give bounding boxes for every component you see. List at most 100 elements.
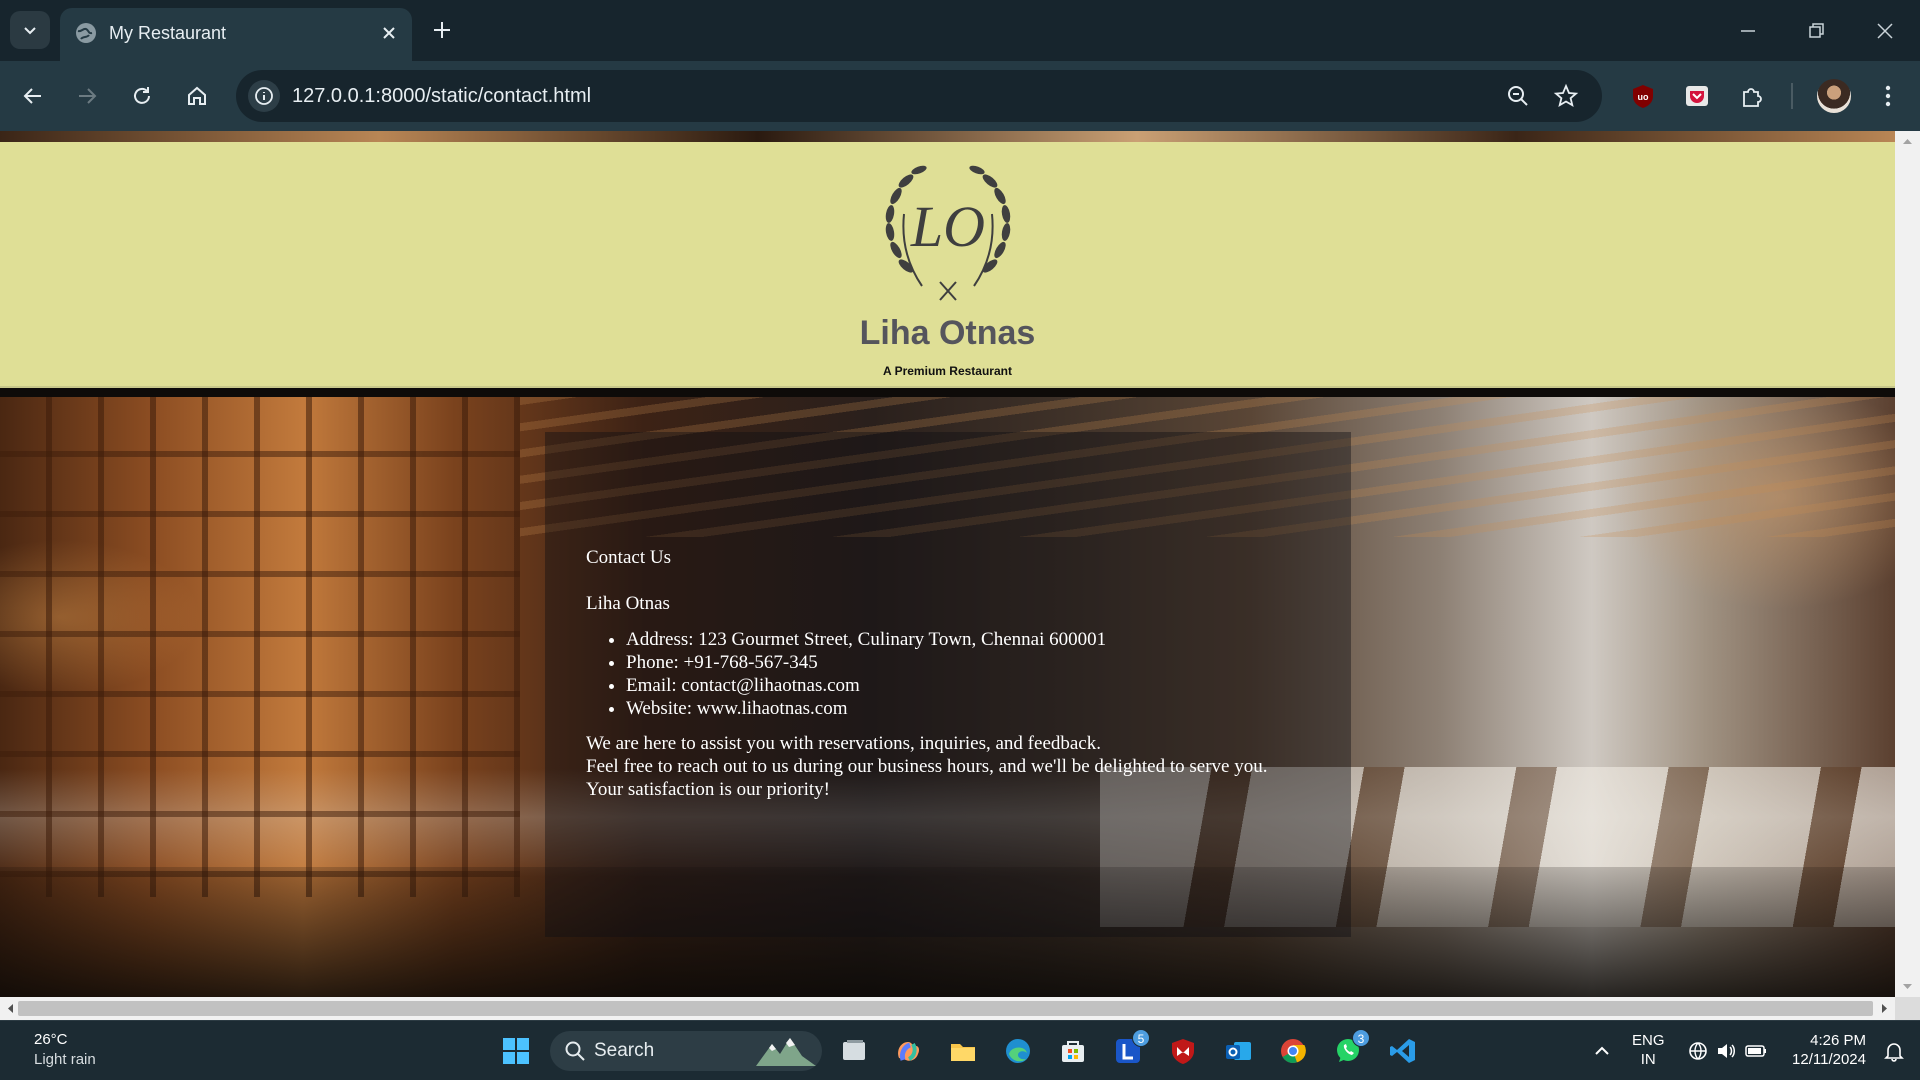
task-view-icon bbox=[843, 1040, 865, 1060]
browser-tab-bar: My Restaurant bbox=[0, 0, 1920, 61]
tab-search-button[interactable] bbox=[10, 11, 50, 49]
contact-website: Website: www.lihaotnas.com bbox=[626, 697, 1326, 720]
taskbar-search[interactable]: Search bbox=[550, 1031, 822, 1071]
minimize-icon[interactable] bbox=[1733, 16, 1763, 46]
copilot-button[interactable] bbox=[888, 1031, 928, 1071]
decorative-strip bbox=[0, 131, 1895, 142]
scroll-down-icon[interactable] bbox=[1895, 977, 1920, 997]
chevron-down-icon bbox=[24, 27, 36, 35]
store-bag-icon bbox=[1062, 1041, 1084, 1062]
bookmark-star-icon[interactable] bbox=[1552, 82, 1580, 110]
notifications-button[interactable] bbox=[1874, 1031, 1914, 1071]
vscode-button[interactable] bbox=[1383, 1031, 1423, 1071]
folder-icon bbox=[951, 1044, 975, 1061]
mountain-highlight-icon bbox=[756, 1038, 816, 1066]
copilot-icon bbox=[898, 1042, 920, 1061]
l-app-button[interactable]: 5 bbox=[1108, 1029, 1150, 1071]
zoom-icon[interactable] bbox=[1504, 82, 1532, 110]
vertical-scrollbar[interactable] bbox=[1895, 131, 1920, 997]
close-icon[interactable] bbox=[378, 22, 400, 44]
bell-icon bbox=[1884, 1043, 1904, 1062]
logo-monogram: LO bbox=[910, 194, 985, 259]
kebab-menu-icon bbox=[1885, 85, 1891, 107]
scrollbar-corner bbox=[1895, 997, 1920, 1020]
file-explorer-button[interactable] bbox=[943, 1031, 983, 1071]
notification-badge: 5 bbox=[1132, 1029, 1150, 1047]
hero-shelves-decor bbox=[0, 397, 520, 897]
pocket-icon bbox=[1686, 86, 1708, 106]
language-code: ENG bbox=[1632, 1032, 1665, 1049]
edge-icon bbox=[1006, 1039, 1030, 1063]
chrome-button[interactable] bbox=[1273, 1031, 1313, 1071]
clock-time: 4:26 PM bbox=[1810, 1032, 1866, 1049]
contact-heading: Contact Us bbox=[586, 547, 671, 568]
region-code: IN bbox=[1640, 1051, 1656, 1068]
system-clock[interactable]: 4:26 PM 12/11/2024 bbox=[1780, 1031, 1866, 1069]
chrome-icon bbox=[1281, 1039, 1306, 1063]
whatsapp-button[interactable]: 3 bbox=[1328, 1029, 1370, 1071]
back-button[interactable] bbox=[16, 79, 50, 113]
pocket-extension[interactable] bbox=[1680, 79, 1714, 113]
browser-toolbar: 127.0.0.1:8000/static/contact.html uo bbox=[0, 61, 1920, 131]
contact-message-line: We are here to assist you with reservati… bbox=[586, 733, 1101, 754]
svg-text:uo: uo bbox=[1638, 92, 1649, 102]
battery-button[interactable] bbox=[1736, 1031, 1776, 1071]
search-icon bbox=[565, 1041, 585, 1061]
weather-widget[interactable]: 26°C Light rain bbox=[34, 1030, 96, 1070]
info-icon bbox=[255, 87, 273, 105]
horizontal-scroll-thumb[interactable] bbox=[18, 1001, 1873, 1016]
address-bar[interactable]: 127.0.0.1:8000/static/contact.html bbox=[236, 70, 1602, 122]
home-icon bbox=[188, 86, 206, 105]
contact-message-line: Feel free to reach out to us during our … bbox=[586, 756, 1268, 777]
scroll-right-icon[interactable] bbox=[1877, 997, 1893, 1020]
weather-condition: Light rain bbox=[34, 1051, 96, 1068]
ublock-extension[interactable]: uo bbox=[1626, 79, 1660, 113]
active-tab[interactable]: My Restaurant bbox=[60, 8, 412, 61]
profile-avatar[interactable] bbox=[1817, 79, 1851, 113]
contact-email: Email: contact@lihaotnas.com bbox=[626, 674, 1326, 697]
scroll-up-icon[interactable] bbox=[1895, 131, 1920, 151]
contact-restaurant-name: Liha Otnas bbox=[586, 593, 670, 614]
store-button[interactable] bbox=[1053, 1031, 1093, 1071]
new-tab-icon[interactable] bbox=[428, 16, 456, 44]
hero-background-image: Contact Us Liha Otnas Address: 123 Gourm… bbox=[0, 397, 1895, 997]
arrow-right-icon bbox=[79, 88, 97, 104]
scroll-left-icon[interactable] bbox=[2, 997, 18, 1020]
brand-tagline: A Premium Restaurant bbox=[883, 364, 1012, 378]
toolbar-separator bbox=[1791, 83, 1793, 109]
contact-details-list: Address: 123 Gourmet Street, Culinary To… bbox=[586, 628, 1326, 720]
browser-menu-button[interactable] bbox=[1871, 79, 1905, 113]
edge-browser-button[interactable] bbox=[998, 1031, 1038, 1071]
task-view-button[interactable] bbox=[834, 1031, 874, 1071]
battery-icon bbox=[1745, 1045, 1766, 1057]
forward-button[interactable] bbox=[70, 79, 104, 113]
url-text[interactable]: 127.0.0.1:8000/static/contact.html bbox=[292, 82, 591, 110]
site-header: LO Liha Otnas A Premium Restaurant bbox=[0, 142, 1895, 388]
restore-icon[interactable] bbox=[1801, 16, 1831, 46]
puzzle-icon bbox=[1743, 88, 1762, 107]
arrow-left-icon bbox=[23, 88, 41, 104]
start-button[interactable] bbox=[496, 1031, 536, 1071]
contact-message-line: Your satisfaction is our priority! bbox=[586, 779, 830, 800]
contact-panel: Contact Us Liha Otnas Address: 123 Gourm… bbox=[545, 432, 1351, 937]
search-label: Search bbox=[594, 1040, 655, 1061]
reload-button[interactable] bbox=[125, 79, 159, 113]
reload-icon bbox=[134, 87, 150, 104]
brand-name: Liha Otnas bbox=[859, 314, 1036, 352]
show-hidden-icons-button[interactable] bbox=[1582, 1031, 1622, 1071]
windows-logo-icon bbox=[503, 1038, 529, 1064]
horizontal-scrollbar[interactable] bbox=[0, 997, 1895, 1020]
mcafee-button[interactable] bbox=[1163, 1031, 1203, 1071]
outlook-button[interactable] bbox=[1218, 1031, 1258, 1071]
outlook-icon bbox=[1226, 1042, 1251, 1060]
window-close-icon[interactable] bbox=[1870, 16, 1900, 46]
language-indicator[interactable]: ENG IN bbox=[1632, 1031, 1665, 1069]
extensions-button[interactable] bbox=[1735, 79, 1769, 113]
ublock-shield-icon: uo bbox=[1633, 85, 1653, 108]
site-info-button[interactable] bbox=[248, 80, 280, 112]
home-button[interactable] bbox=[180, 79, 214, 113]
contact-message: We are here to assist you with reservati… bbox=[586, 732, 1326, 801]
tab-title: My Restaurant bbox=[109, 23, 227, 43]
contact-phone: Phone: +91-768-567-345 bbox=[626, 651, 1326, 674]
windows-taskbar: 26°C Light rain Search 5 3 ENG IN 4:26 P… bbox=[0, 1020, 1920, 1080]
